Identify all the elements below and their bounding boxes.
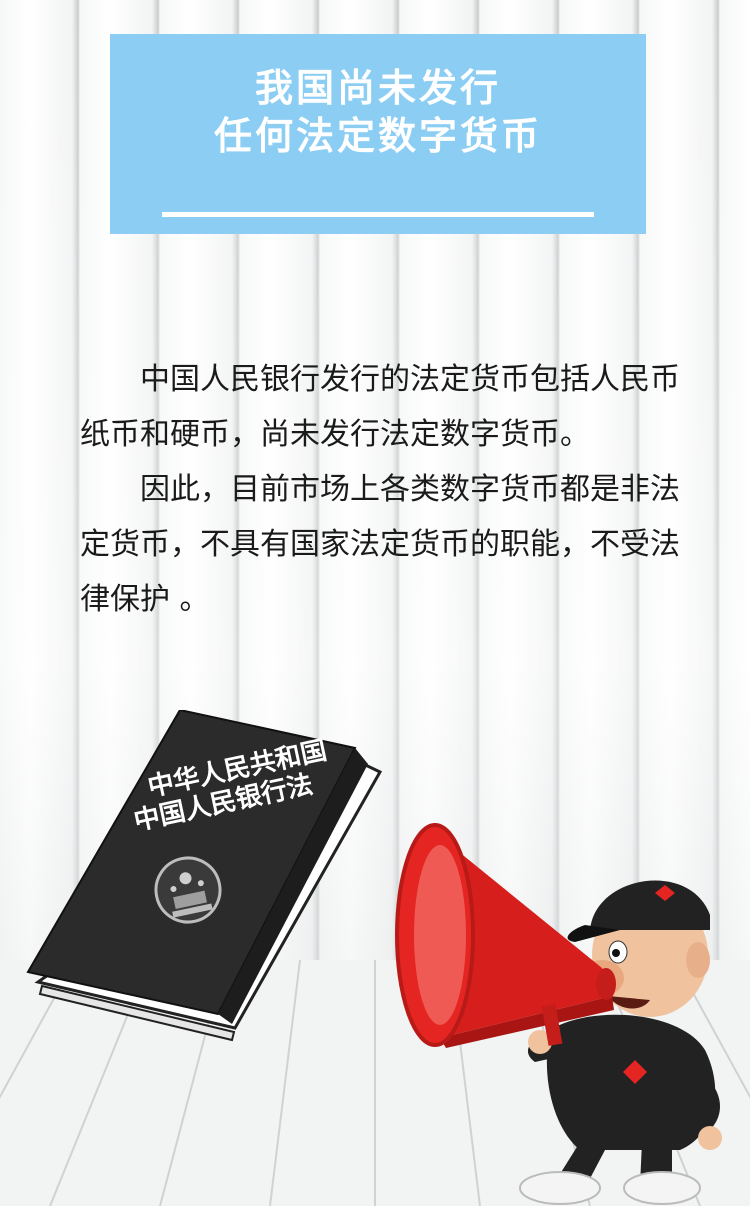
paragraph-2: 因此，目前市场上各类数字货币都是非法定货币，不具有国家法定货币的职能，不受法律保… — [80, 472, 680, 617]
law-book-illustration: 中华人民共和国 中国人民银行法 — [26, 710, 383, 1042]
body-text: 中国人民银行发行的法定货币包括人民币纸币和硬币，尚未发行法定数字货币。 因此，目… — [80, 352, 700, 627]
title-underline — [162, 212, 594, 217]
title-line-1: 我国尚未发行 — [254, 66, 501, 110]
title-banner: 我国尚未发行 任何法定数字货币 — [110, 34, 646, 234]
title-line-2: 任何法定数字货币 — [213, 114, 542, 158]
paragraph-1: 中国人民银行发行的法定货币包括人民币纸币和硬币，尚未发行法定数字货币。 — [80, 362, 680, 452]
mascot-with-megaphone — [395, 823, 722, 1205]
